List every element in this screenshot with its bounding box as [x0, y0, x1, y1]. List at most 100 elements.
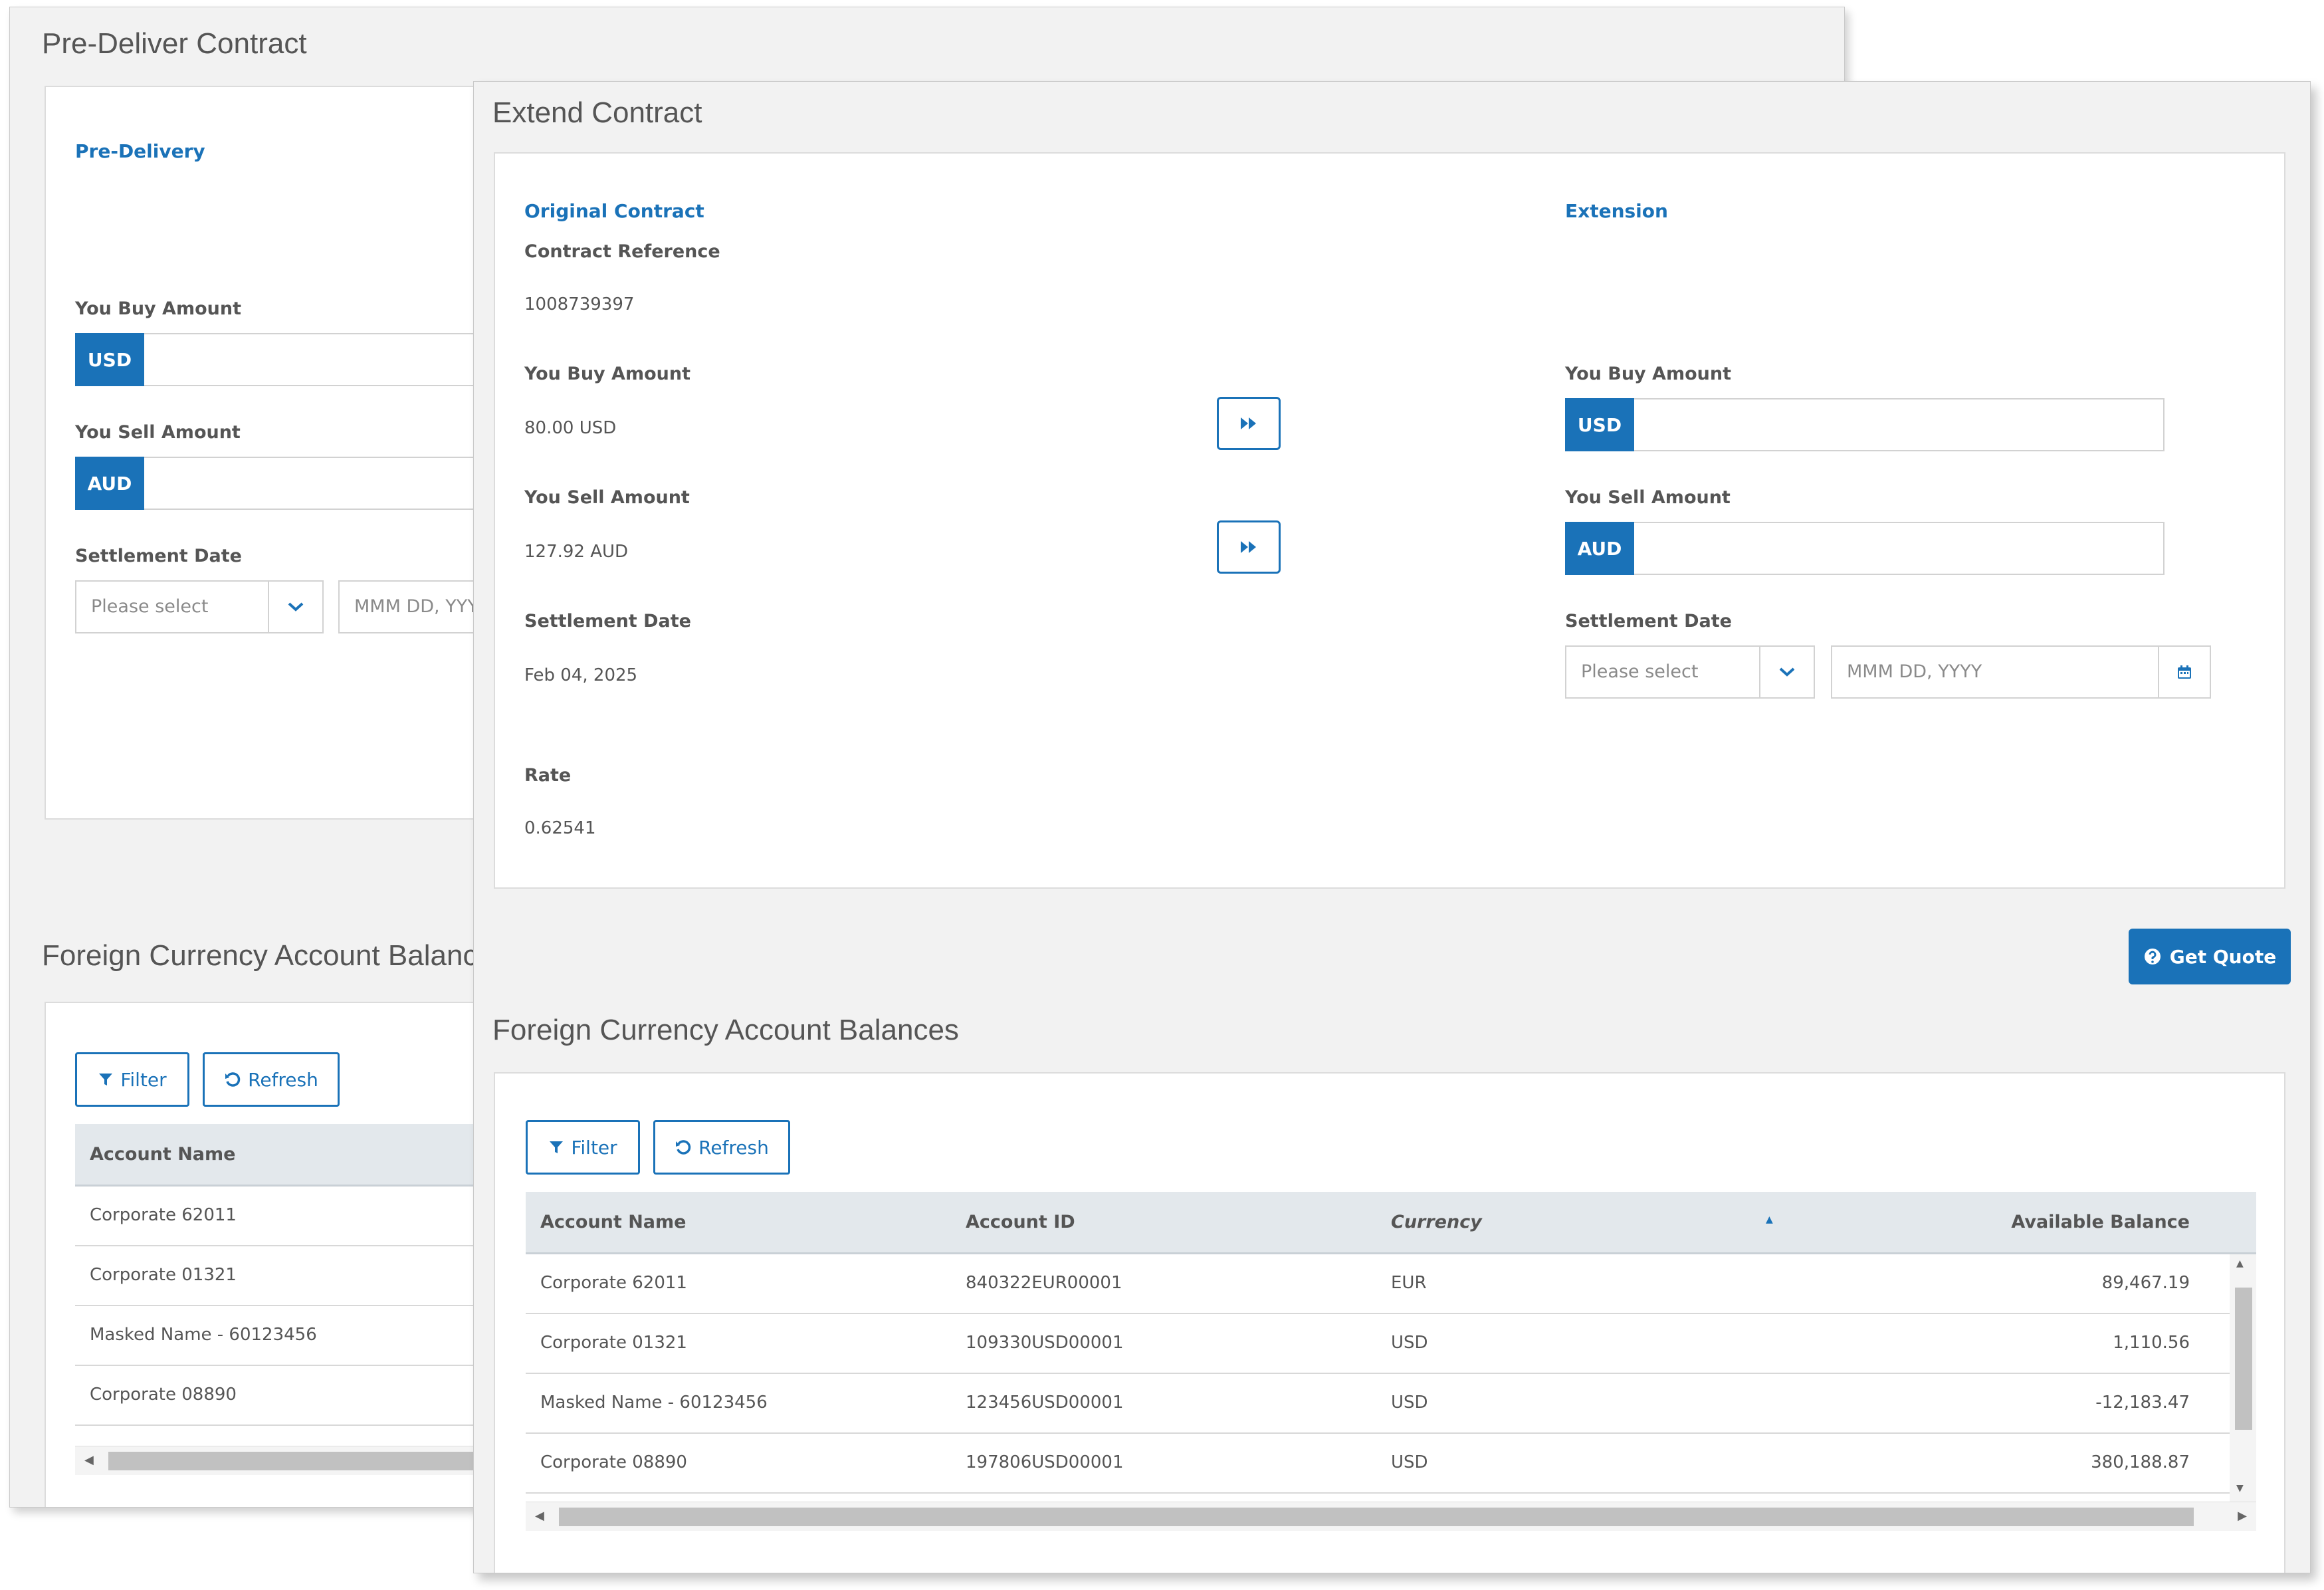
extension-settlement-select[interactable]: Please select [1565, 645, 1815, 699]
extension-heading: Extension [1565, 200, 1668, 222]
column-currency[interactable]: Currency [1391, 1212, 1482, 1232]
refresh-button[interactable]: Refresh [653, 1120, 790, 1175]
filter-label: Filter [571, 1136, 617, 1159]
table-row[interactable]: Corporate 62011 840322EUR00001 EUR 89,46… [526, 1254, 2230, 1314]
date-placeholder: MMM DD, YYYY [354, 596, 490, 617]
settlement-select[interactable]: Please select [75, 580, 324, 633]
extension-sell-label: You Sell Amount [1565, 487, 1731, 508]
extend-card: Original Contract Contract Reference 100… [494, 152, 2285, 889]
sort-ascending-icon[interactable]: ▲ [1766, 1214, 1773, 1225]
extension-date-input[interactable]: MMM DD, YYYY [1831, 645, 2211, 699]
currency-cell: USD [1391, 1393, 1428, 1413]
original-sell-label: You Sell Amount [524, 487, 690, 508]
pre-delivery-heading: Pre-Delivery [75, 140, 205, 162]
scroll-left-icon[interactable]: ◀ [84, 1453, 94, 1467]
extend-contract-panel: Extend Contract Original Contract Contra… [473, 81, 2311, 1573]
rate-label: Rate [524, 765, 572, 786]
sell-currency-badge: AUD [75, 457, 144, 510]
scroll-left-icon[interactable]: ◀ [535, 1509, 544, 1523]
refresh-icon [225, 1072, 241, 1087]
contract-reference-label: Contract Reference [524, 241, 720, 262]
filter-button[interactable]: Filter [75, 1052, 189, 1107]
rate-value: 0.62541 [524, 818, 596, 838]
scroll-up-icon[interactable]: ▲ [2236, 1258, 2244, 1269]
sell-amount-label: You Sell Amount [75, 422, 241, 443]
settlement-select-placeholder: Please select [91, 596, 209, 617]
refresh-label: Refresh [248, 1068, 318, 1091]
filter-icon [99, 1074, 113, 1085]
scroll-down-icon[interactable]: ▼ [2236, 1483, 2244, 1494]
copy-buy-amount-button[interactable] [1217, 397, 1281, 450]
original-sell-value: 127.92 AUD [524, 542, 629, 562]
balance-cell: 380,188.87 [2091, 1452, 2190, 1472]
column-account-name[interactable]: Account Name [540, 1212, 686, 1232]
settlement-date-label: Settlement Date [75, 546, 242, 566]
scrollbar-thumb[interactable] [2235, 1288, 2252, 1430]
table-row[interactable]: Masked Name - 60123456 123456USD00001 US… [526, 1374, 2230, 1434]
table-row[interactable]: Corporate 01321 109330USD00001 USD 1,110… [526, 1314, 2230, 1374]
account-id-cell: 123456USD00001 [966, 1393, 1124, 1413]
copy-sell-amount-button[interactable] [1217, 520, 1281, 574]
chevron-down-icon[interactable] [1759, 647, 1814, 697]
extension-buy-input[interactable]: USD [1565, 398, 2165, 451]
account-name-cell: Masked Name - 60123456 [90, 1325, 317, 1345]
column-account-id[interactable]: Account ID [966, 1212, 1075, 1232]
get-quote-label: Get Quote [2169, 945, 2277, 968]
fast-forward-icon [1241, 541, 1256, 553]
table-row[interactable]: Corporate 08890 197806USD00001 USD 380,1… [526, 1434, 2230, 1494]
balance-cell: 89,467.19 [2101, 1273, 2190, 1293]
refresh-icon [676, 1140, 691, 1155]
contract-reference-value: 1008739397 [524, 294, 635, 314]
account-id-cell: 109330USD00001 [966, 1333, 1124, 1353]
chevron-down-icon[interactable] [268, 582, 322, 632]
table-header: Account Name Account ID Currency ▲ Avail… [526, 1192, 2256, 1254]
account-name-cell: Corporate 62011 [540, 1273, 687, 1293]
filter-label: Filter [120, 1068, 167, 1091]
scroll-right-icon[interactable]: ▶ [2238, 1509, 2247, 1523]
vertical-scrollbar[interactable]: ▲ ▼ [2230, 1254, 2256, 1502]
original-settlement-value: Feb 04, 2025 [524, 665, 638, 685]
account-name-cell: Corporate 08890 [540, 1452, 687, 1472]
currency-cell: USD [1391, 1452, 1428, 1472]
pre-deliver-title: Pre-Deliver Contract [42, 27, 307, 60]
original-settlement-label: Settlement Date [524, 611, 691, 631]
refresh-label: Refresh [698, 1136, 769, 1159]
calendar-icon[interactable] [2158, 647, 2210, 697]
refresh-button[interactable]: Refresh [203, 1052, 340, 1107]
account-name-cell: Corporate 62011 [90, 1205, 237, 1225]
currency-cell: USD [1391, 1333, 1428, 1353]
extension-buy-currency-badge: USD [1565, 398, 1634, 451]
original-buy-value: 80.00 USD [524, 418, 617, 438]
extension-sell-input[interactable]: AUD [1565, 522, 2165, 575]
original-contract-heading: Original Contract [524, 200, 704, 222]
extension-sell-currency-badge: AUD [1565, 522, 1634, 575]
account-id-cell: 840322EUR00001 [966, 1273, 1122, 1293]
account-name-cell: Masked Name - 60123456 [540, 1393, 768, 1413]
account-name-cell: Corporate 01321 [90, 1265, 237, 1285]
extend-balances-card: Filter Refresh Account Name Account ID C… [494, 1072, 2285, 1573]
filter-button[interactable]: Filter [526, 1120, 640, 1175]
extend-balances-title: Foreign Currency Account Balances [492, 1014, 959, 1046]
help-circle-icon [2144, 949, 2161, 965]
account-id-cell: 197806USD00001 [966, 1452, 1124, 1472]
buy-currency-badge: USD [75, 333, 144, 386]
extend-title: Extend Contract [492, 96, 702, 129]
extension-buy-label: You Buy Amount [1565, 364, 1731, 384]
extension-settlement-label: Settlement Date [1565, 611, 1732, 631]
scrollbar-thumb[interactable] [559, 1508, 2194, 1526]
horizontal-scrollbar[interactable]: ◀ ▶ [526, 1502, 2256, 1531]
extension-select-placeholder: Please select [1581, 661, 1699, 682]
filter-icon [550, 1141, 564, 1153]
account-name-cell: Corporate 08890 [90, 1385, 237, 1405]
currency-cell: EUR [1391, 1273, 1427, 1293]
column-account-name[interactable]: Account Name [90, 1144, 235, 1165]
account-name-cell: Corporate 01321 [540, 1333, 687, 1353]
balance-cell: 1,110.56 [2113, 1333, 2190, 1353]
balances-title: Foreign Currency Account Balances [42, 939, 508, 972]
column-available-balance[interactable]: Available Balance [2011, 1212, 2190, 1232]
extension-date-placeholder: MMM DD, YYYY [1847, 661, 1982, 682]
get-quote-button[interactable]: Get Quote [2129, 929, 2291, 984]
balance-cell: -12,183.47 [2095, 1393, 2190, 1413]
buy-amount-label: You Buy Amount [75, 298, 241, 319]
original-buy-label: You Buy Amount [524, 364, 690, 384]
